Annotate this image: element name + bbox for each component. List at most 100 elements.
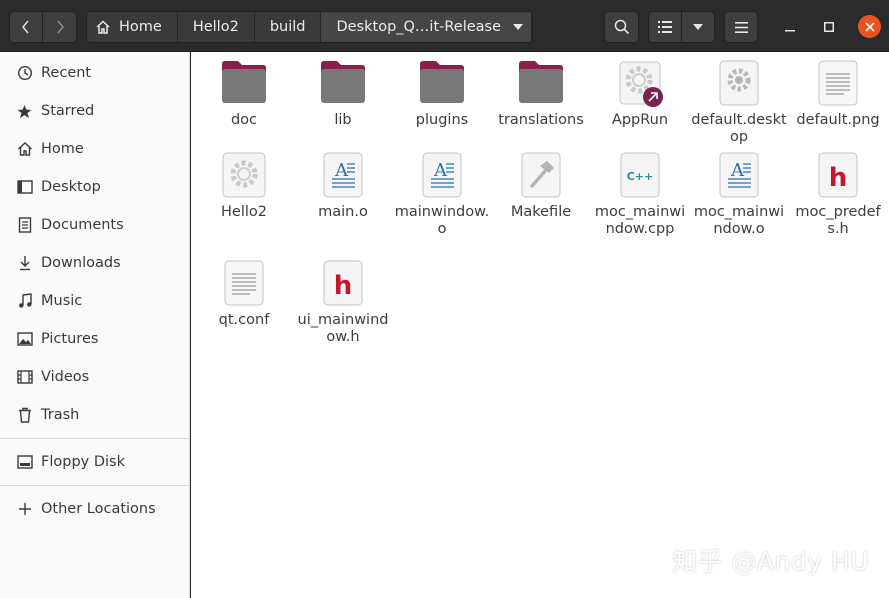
- search-icon: [614, 19, 629, 35]
- file-name: Hello2: [221, 204, 267, 220]
- file-item-qt-conf[interactable]: qt.conf: [196, 260, 292, 329]
- svg-text:A: A: [433, 160, 448, 181]
- back-button[interactable]: [9, 11, 43, 43]
- file-item-doc[interactable]: doc: [196, 60, 292, 129]
- file-item-main-o[interactable]: A main.o: [295, 152, 391, 221]
- file-name: moc_mainwindow.o: [693, 204, 785, 237]
- svg-text:C++: C++: [627, 170, 654, 183]
- sidebar-item-videos[interactable]: Videos: [0, 358, 189, 396]
- file-item-translations[interactable]: translations: [493, 60, 589, 129]
- sidebar: Recent Starred Home Desktop Documents Do…: [0, 52, 190, 598]
- sidebar-item-label: Floppy Disk: [41, 454, 125, 470]
- view-options-button[interactable]: [682, 11, 715, 43]
- sidebar-item-desktop[interactable]: Desktop: [0, 168, 189, 206]
- file-name: Makefile: [510, 204, 572, 220]
- folder-icon: [295, 60, 391, 108]
- object-file-icon: A: [295, 152, 391, 200]
- file-name: lib: [334, 112, 352, 128]
- breadcrumb-build[interactable]: build: [254, 12, 322, 42]
- sidebar-item-floppy-disk[interactable]: Floppy Disk: [0, 443, 189, 481]
- file-item-default-png[interactable]: default.png: [790, 60, 886, 129]
- file-item-ui-mainwindow-h[interactable]: h ui_mainwindow.h: [295, 260, 391, 346]
- download-icon: [16, 255, 33, 272]
- clock-icon: [16, 65, 33, 82]
- sidebar-separator: [0, 438, 189, 439]
- folder-icon: [493, 60, 589, 108]
- file-item-makefile[interactable]: Makefile: [493, 152, 589, 221]
- hammer-icon: [493, 152, 589, 200]
- home-icon: [16, 141, 33, 158]
- watermark: 知乎 @Andy HU: [672, 547, 870, 576]
- sidebar-item-trash[interactable]: Trash: [0, 396, 189, 434]
- file-item-plugins[interactable]: plugins: [394, 60, 490, 129]
- svg-text:A: A: [334, 160, 349, 181]
- sidebar-item-label: Downloads: [41, 255, 121, 271]
- sidebar-item-other-locations[interactable]: Other Locations: [0, 490, 189, 528]
- file-grid: doc lib plugins translations AppRun defa…: [191, 52, 889, 598]
- folder-icon: [394, 60, 490, 108]
- file-name: qt.conf: [218, 312, 270, 328]
- gear-icon: [592, 60, 688, 108]
- file-name: default.png: [796, 112, 880, 128]
- sidebar-item-documents[interactable]: Documents: [0, 206, 189, 244]
- sidebar-item-pictures[interactable]: Pictures: [0, 320, 189, 358]
- caret-down-icon: [513, 24, 524, 30]
- close-icon: [864, 21, 875, 32]
- sidebar-item-label: Music: [41, 293, 83, 309]
- file-item-mainwindow-o[interactable]: A mainwindow.o: [394, 152, 490, 238]
- sidebar-item-recent[interactable]: Recent: [0, 54, 189, 92]
- sidebar-item-label: Videos: [41, 369, 90, 385]
- video-icon: [16, 369, 33, 386]
- breadcrumb-label: build: [269, 19, 306, 35]
- list-view-icon: [658, 21, 672, 33]
- list-view-button[interactable]: [648, 11, 682, 43]
- close-button[interactable]: [858, 15, 881, 38]
- header-bar: Home Hello2 build Desktop_Q…it-Release: [0, 0, 889, 52]
- file-item-lib[interactable]: lib: [295, 60, 391, 129]
- file-item-hello2[interactable]: Hello2: [196, 152, 292, 221]
- cpp-file-icon: C++: [592, 152, 688, 200]
- header-file-icon: h: [295, 260, 391, 308]
- file-item-moc-mainwindow-cpp[interactable]: C++ moc_mainwindow.cpp: [592, 152, 688, 238]
- file-item-default-desktop[interactable]: default.desktop: [691, 60, 787, 146]
- file-name: translations: [498, 112, 584, 128]
- breadcrumb-label: Hello2: [192, 19, 239, 35]
- breadcrumb-home[interactable]: Home: [87, 12, 178, 42]
- file-item-moc-predefs-h[interactable]: h moc_predefs.h: [790, 152, 886, 238]
- minimize-button[interactable]: [779, 16, 801, 38]
- music-icon: [16, 293, 33, 310]
- picture-icon: [16, 331, 33, 348]
- breadcrumb-hello2[interactable]: Hello2: [177, 12, 255, 42]
- sidebar-item-starred[interactable]: Starred: [0, 92, 189, 130]
- file-name: moc_mainwindow.cpp: [594, 204, 686, 237]
- object-file-icon: A: [394, 152, 490, 200]
- file-item-apprun[interactable]: AppRun: [592, 60, 688, 129]
- svg-text:h: h: [829, 163, 848, 193]
- file-item-moc-mainwindow-o[interactable]: A moc_mainwindow.o: [691, 152, 787, 238]
- text-file-icon: [196, 260, 292, 308]
- sidebar-item-label: Documents: [41, 217, 124, 233]
- sidebar-item-music[interactable]: Music: [0, 282, 189, 320]
- sidebar-item-downloads[interactable]: Downloads: [0, 244, 189, 282]
- file-name: default.desktop: [691, 112, 787, 145]
- sidebar-item-label: Other Locations: [41, 501, 156, 517]
- caret-down-icon: [693, 24, 703, 30]
- breadcrumb-label: Desktop_Q…it-Release: [336, 19, 502, 35]
- search-button[interactable]: [604, 11, 639, 43]
- maximize-button[interactable]: [818, 16, 840, 38]
- maximize-icon: [824, 22, 834, 32]
- menu-button[interactable]: [724, 11, 758, 43]
- desktop-icon: [16, 179, 33, 196]
- trash-icon: [16, 407, 33, 424]
- header-file-icon: h: [790, 152, 886, 200]
- object-file-icon: A: [691, 152, 787, 200]
- settings-file-icon: [691, 60, 787, 108]
- sidebar-item-label: Recent: [41, 65, 92, 81]
- sidebar-item-home[interactable]: Home: [0, 130, 189, 168]
- breadcrumb-current[interactable]: Desktop_Q…it-Release: [321, 12, 533, 42]
- file-name: AppRun: [611, 112, 669, 128]
- chevron-right-icon: [56, 20, 64, 34]
- path-bar: Home Hello2 build Desktop_Q…it-Release: [86, 11, 534, 43]
- breadcrumb-label: Home: [119, 19, 162, 35]
- forward-button[interactable]: [43, 11, 77, 43]
